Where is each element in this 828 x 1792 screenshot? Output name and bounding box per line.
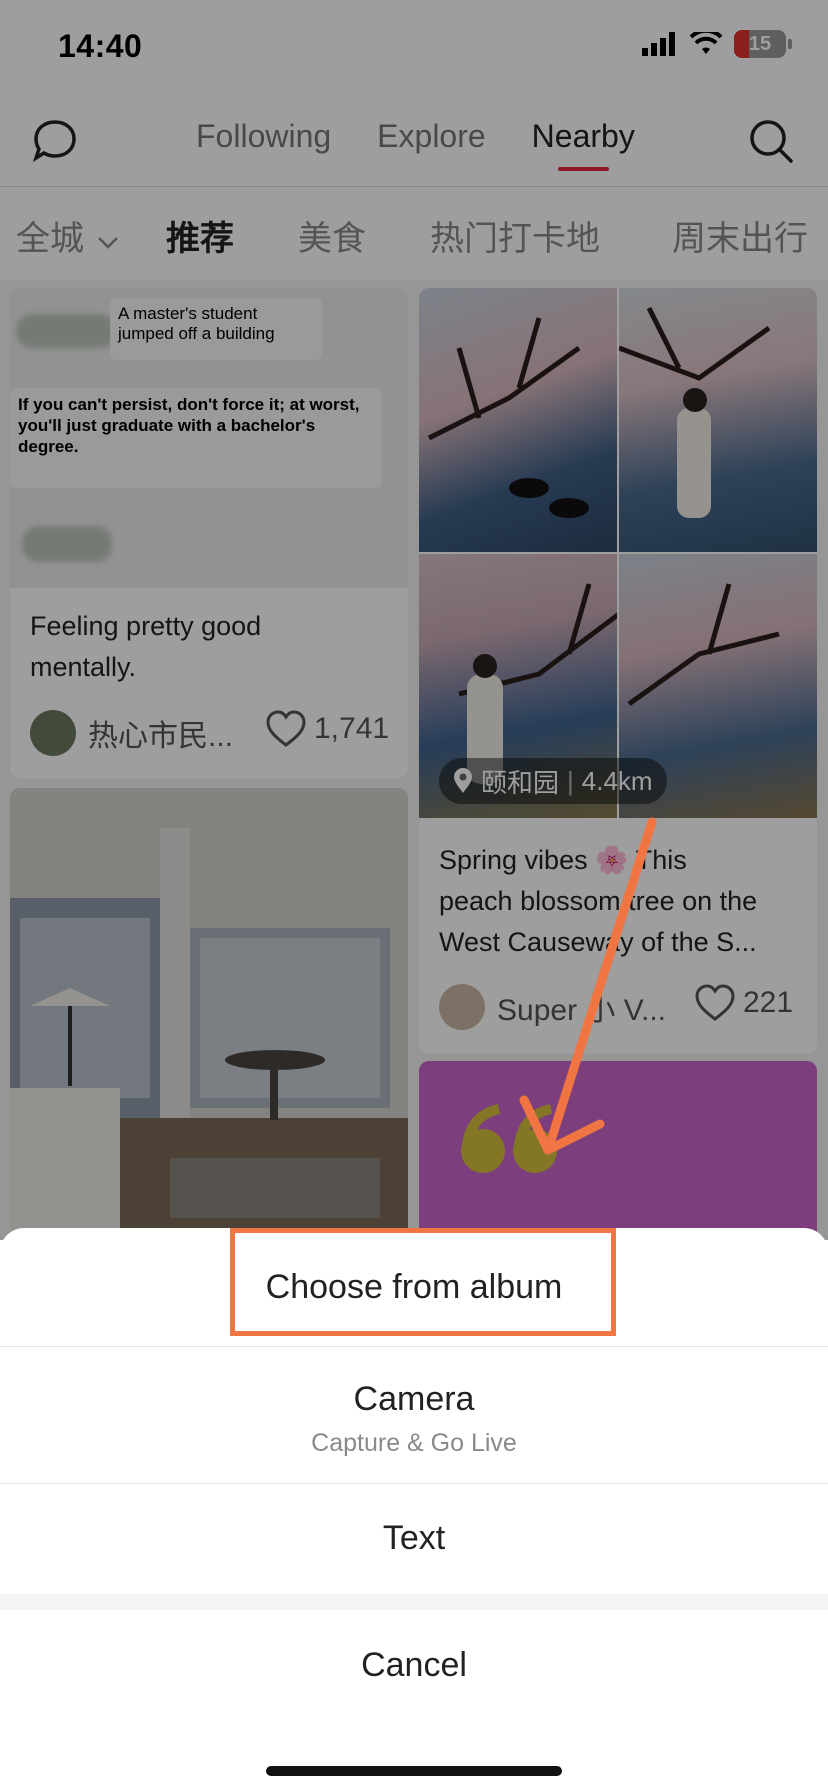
action-sheet: Choose from album Camera Capture & Go Li… — [0, 1228, 828, 1792]
text-option[interactable]: Text — [0, 1483, 828, 1594]
home-indicator[interactable] — [266, 1766, 562, 1776]
cancel-button[interactable]: Cancel — [0, 1610, 828, 1720]
sheet-separator — [0, 1594, 828, 1610]
annotation-highlight-box — [230, 1228, 616, 1336]
camera-option[interactable]: Camera Capture & Go Live — [0, 1380, 828, 1458]
annotation-arrow-icon — [519, 817, 657, 1155]
